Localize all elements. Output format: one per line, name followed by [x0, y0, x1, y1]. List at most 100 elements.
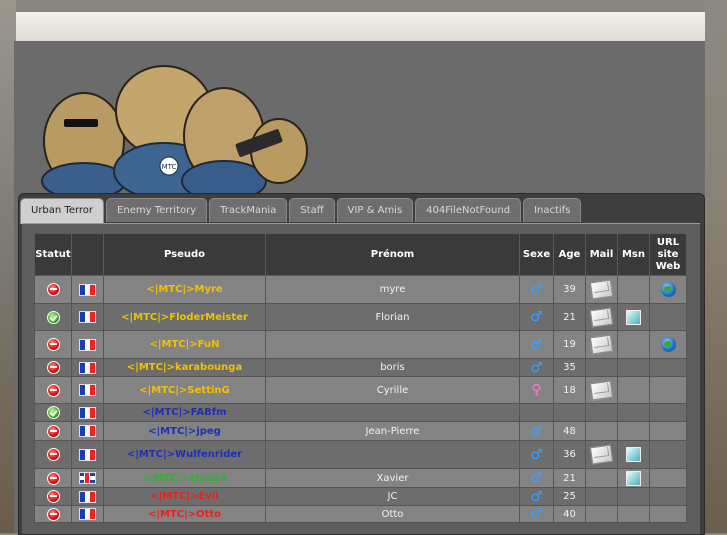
sexe-cell: ♀ [519, 376, 554, 404]
url-cell[interactable] [649, 275, 687, 304]
mail-cell[interactable] [585, 275, 618, 304]
tab-trackmania[interactable]: TrackMania [209, 198, 288, 222]
status-offline-icon [46, 448, 60, 461]
mail-cell[interactable] [585, 440, 618, 469]
msn-icon[interactable] [626, 447, 641, 462]
status-cell [34, 275, 72, 304]
top-bar [16, 12, 705, 42]
flag-cell [71, 330, 104, 359]
table-row: <|MTC|>Otto Otto ♂ 40 [34, 505, 687, 523]
pseudo-cell[interactable]: <|MTC|>SettinG [103, 376, 266, 404]
prenom-cell: Otto [265, 505, 520, 523]
pseudo-link[interactable]: <|MTC|>Otto [148, 509, 221, 520]
sexe-cell: ♂ [519, 275, 554, 304]
pseudo-cell[interactable]: <|MTC|>karabounga [103, 358, 266, 377]
pseudo-cell[interactable]: <|MTC|>jpeg [103, 421, 266, 441]
msn-cell[interactable] [617, 440, 650, 469]
msn-icon[interactable] [626, 309, 641, 325]
pseudo-cell[interactable]: <|MTC|>FABfm [103, 403, 266, 422]
flag-fr-icon [79, 283, 96, 296]
pseudo-cell[interactable]: <|MTC|>FuN [103, 330, 266, 359]
mail-icon[interactable] [589, 444, 614, 465]
mail-icon[interactable] [589, 380, 614, 400]
mail-cell [585, 505, 618, 523]
tab-enemy-territory[interactable]: Enemy Territory [106, 198, 208, 222]
header-pseudo: Pseudo [103, 233, 266, 276]
background-right [705, 0, 727, 533]
mail-icon[interactable] [589, 307, 614, 327]
status-cell [34, 440, 72, 469]
flag-fr-icon [79, 338, 96, 351]
mail-icon[interactable] [589, 279, 614, 300]
url-cell [649, 505, 687, 523]
table-row: <|MTC|>FuN ♂ 19 [34, 330, 687, 359]
prenom-cell: Cyrille [265, 376, 520, 404]
mail-cell [585, 403, 618, 422]
sexe-cell: ♂ [519, 487, 554, 506]
mail-cell [585, 421, 618, 441]
pseudo-link[interactable]: <|MTC|>Myre [146, 284, 222, 295]
mail-cell[interactable] [585, 303, 618, 331]
mail-cell[interactable] [585, 376, 618, 404]
mail-icon[interactable] [589, 334, 614, 355]
prenom-cell: boris [265, 358, 520, 377]
table-row: <|MTC|>Myre myre ♂ 39 [34, 275, 687, 304]
status-cell [34, 403, 72, 422]
status-offline-icon [46, 338, 60, 351]
status-cell [34, 421, 72, 441]
sexe-cell: ♂ [519, 440, 554, 469]
pseudo-cell[interactable]: <|MTC|>FloderMeister [103, 303, 266, 331]
pseudo-link[interactable]: <|MTC|>karabounga [127, 362, 242, 373]
prenom-cell: Xavier [265, 468, 520, 488]
tab-inactifs[interactable]: Inactifs [523, 198, 582, 222]
flag-fr-icon [79, 311, 96, 323]
pseudo-link[interactable]: <|MTC|>Wulfenrider [127, 449, 242, 460]
flag-cell [71, 275, 104, 304]
pseudo-link[interactable]: <|MTC|>Evil [150, 491, 218, 502]
flag-fr-icon [79, 384, 96, 396]
pseudo-link[interactable]: <|MTC|>FABfm [143, 407, 227, 418]
age-cell: 21 [553, 303, 586, 331]
tab-404filenotfound[interactable]: 404FileNotFound [415, 198, 522, 222]
mail-cell [585, 468, 618, 488]
globe-icon[interactable] [660, 337, 676, 352]
msn-cell[interactable] [617, 303, 650, 331]
table-row: <|MTC|>FABfm [34, 403, 687, 422]
msn-cell[interactable] [617, 468, 650, 488]
pseudo-link[interactable]: <|MTC|>jpeg [148, 426, 221, 437]
pseudo-link[interactable]: <|MTC|>FloderMeister [121, 312, 248, 323]
pseudo-cell[interactable]: <|MTC|>Evil [103, 487, 266, 506]
header-url: URL site Web [649, 233, 687, 276]
age-cell: 36 [553, 440, 586, 469]
msn-icon[interactable] [626, 470, 641, 486]
mail-cell[interactable] [585, 330, 618, 359]
flag-cell [71, 376, 104, 404]
flag-fr-icon [79, 361, 96, 374]
pseudo-link[interactable]: <|MTC|>tryo24 [142, 473, 227, 484]
tab-urban-terror[interactable]: Urban Terror [20, 198, 105, 224]
male-icon: ♂ [530, 309, 543, 325]
msn-cell [617, 403, 650, 422]
age-cell: 48 [553, 421, 586, 441]
pseudo-cell[interactable]: <|MTC|>tryo24 [103, 468, 266, 488]
prenom-cell: Jean-Pierre [265, 421, 520, 441]
mail-cell [585, 487, 618, 506]
male-icon: ♂ [530, 488, 543, 505]
table-row: <|MTC|>Evil JC ♂ 25 [34, 487, 687, 506]
pseudo-link[interactable]: <|MTC|>SettinG [139, 385, 229, 396]
pseudo-cell[interactable]: <|MTC|>Wulfenrider [103, 440, 266, 469]
header-prenom: Prénom [265, 233, 520, 276]
msn-cell [617, 275, 650, 304]
header-flag [71, 233, 104, 276]
pseudo-cell[interactable]: <|MTC|>Otto [103, 505, 266, 523]
pseudo-cell[interactable]: <|MTC|>Myre [103, 275, 266, 304]
pseudo-link[interactable]: <|MTC|>FuN [150, 339, 220, 350]
header-statut: Statut [34, 233, 72, 276]
msn-cell [617, 358, 650, 377]
female-icon: ♀ [531, 382, 542, 398]
tab-vip-amis[interactable]: VIP & Amis [336, 198, 414, 222]
url-cell [649, 421, 687, 441]
tab-staff[interactable]: Staff [289, 198, 335, 222]
url-cell[interactable] [649, 330, 687, 359]
globe-icon[interactable] [660, 282, 676, 297]
